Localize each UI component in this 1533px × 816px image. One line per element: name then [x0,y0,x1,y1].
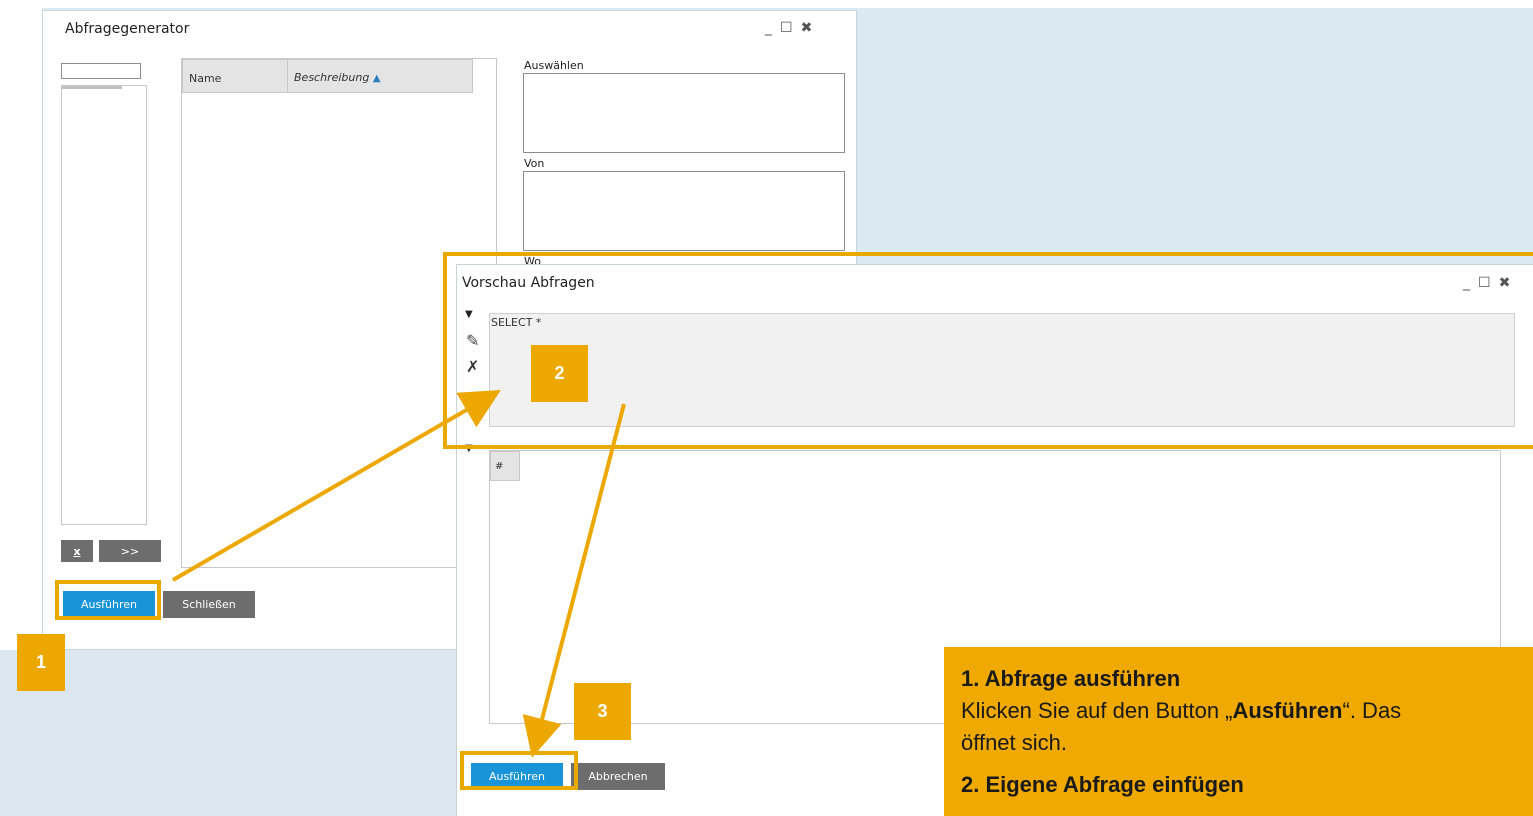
cancel-button[interactable]: Abbrechen [571,763,665,790]
column-header-description[interactable]: Beschreibung ▲ [287,59,473,93]
column-header-name[interactable]: Name [182,59,288,93]
info-text-1: Klicken Sie auf den Button „Ausführen“. … [961,695,1533,727]
list-scroll-indicator [62,86,122,89]
info-text-1-line2: öffnet sich. [961,730,1067,755]
step-badge-1: 1 [17,634,65,691]
section-from-label: Von [524,157,545,170]
close-icon[interactable]: ✖ [801,20,821,36]
step-badge-3: 3 [574,683,631,740]
info-heading-2: 2. Eigene Abfrage einfügen [961,772,1244,797]
step-badge-2: 2 [531,345,588,402]
minimize-icon[interactable]: _ [765,20,780,36]
info-heading-1: 1. Abfrage ausführen [961,666,1181,691]
window-controls: _☐✖ [765,20,855,36]
select-textarea[interactable] [523,73,845,153]
section-select-label: Auswählen [524,59,584,72]
clear-button[interactable]: x [61,540,93,562]
window-title: Abfragegenerator [65,21,190,37]
add-button[interactable]: >> [99,540,161,562]
column-header-label: Name [189,72,222,85]
highlight-preview-query [443,252,1533,449]
column-header-label: Beschreibung [294,71,370,84]
table-tree-list[interactable] [61,85,147,525]
background-panel-lower [0,650,460,816]
info-text-part: Klicken Sie auf den Button „ [961,698,1233,723]
highlight-execute-preview [460,751,578,790]
info-box: 1. Abfrage ausführen Klicken Sie auf den… [944,647,1533,816]
grid-header-row-number: # [490,451,520,481]
close-button[interactable]: Schließen [163,591,255,618]
from-textarea[interactable] [523,171,845,251]
info-text-part: “. Das [1342,698,1402,723]
highlight-execute-generator [55,580,161,620]
info-text-bold: Ausführen [1232,698,1343,723]
maximize-icon[interactable]: ☐ [780,20,801,36]
search-input[interactable] [61,63,141,79]
sort-ascending-icon: ▲ [372,73,381,84]
